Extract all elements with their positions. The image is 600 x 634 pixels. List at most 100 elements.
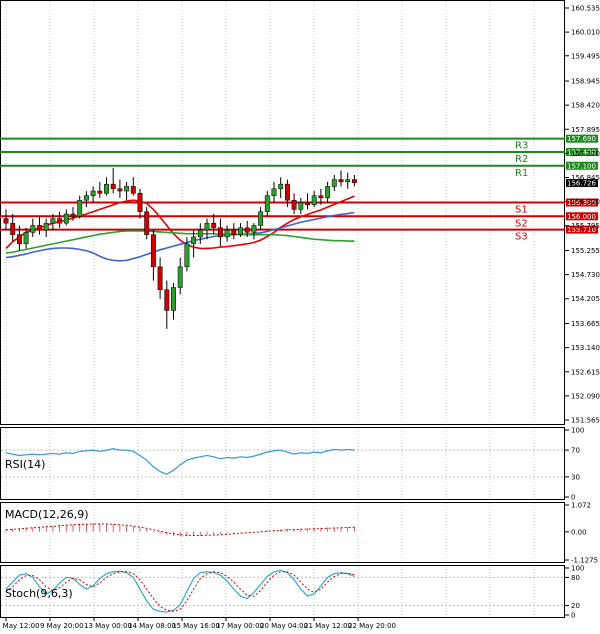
- support-label-S1: S1: [515, 205, 528, 216]
- candle-body: [258, 211, 264, 226]
- candle-body: [23, 232, 29, 245]
- price-axis-label: 154.730: [571, 271, 600, 279]
- candle-body: [238, 227, 243, 235]
- macd-axis-label: 1.072: [571, 502, 591, 510]
- resistance-label-R2: R2: [515, 154, 528, 165]
- price-axis-label: 158.420: [571, 102, 600, 110]
- candle-body: [164, 289, 170, 311]
- time-axis-label: 22 May 20:00: [348, 622, 396, 630]
- price-axis-label: 156.320: [571, 198, 600, 206]
- resistance-label-R3: R3: [515, 141, 528, 152]
- price-axis-label: 159.495: [571, 52, 600, 60]
- forex-chart: R1157.100R2157.400R3157.690S1156.300S215…: [0, 0, 600, 630]
- time-axis-label: 13 May 00:00: [84, 622, 132, 630]
- support-label-S2: S2: [515, 218, 528, 229]
- price-axis-label: 153.140: [571, 344, 600, 352]
- candle-body: [37, 225, 42, 231]
- resistance-badge-value-R3: 157.690: [567, 135, 596, 143]
- support-label-S3: S3: [515, 232, 528, 243]
- candle-body: [83, 195, 89, 201]
- rsi-axis-label: 0: [571, 494, 575, 502]
- candle-body: [104, 183, 109, 194]
- price-axis-label: 160.535: [571, 5, 600, 13]
- price-axis-label: 157.895: [571, 126, 600, 134]
- y-axis-layer: 160.535 160.010 159.495 158.945 158.420 157.8…: [565, 5, 600, 620]
- candle-body: [345, 179, 351, 183]
- candle-body: [271, 188, 277, 196]
- time-axis-label: 15 May 16:00: [172, 622, 220, 630]
- candle-body: [30, 225, 36, 233]
- stoch-axis-label: 0: [571, 612, 575, 620]
- candle-body: [171, 287, 176, 311]
- candle-body: [351, 179, 357, 184]
- stoch-axis-label: 80: [571, 574, 580, 582]
- price-axis-label: 154.205: [571, 295, 600, 303]
- stoch-axis-label: 20: [571, 602, 580, 610]
- stoch-label: Stoch(9,6,3): [5, 587, 73, 600]
- candle-body: [291, 199, 297, 210]
- candle-body: [224, 229, 230, 238]
- candle-body: [284, 183, 290, 201]
- candle-body: [231, 229, 237, 235]
- candle-body: [150, 234, 156, 268]
- time-axis-label: 21 May 12:00: [304, 622, 352, 630]
- rsi-axis-label: 70: [571, 447, 580, 455]
- candle-body: [97, 190, 103, 194]
- candle-body: [77, 199, 83, 217]
- candle-body: [90, 190, 96, 196]
- candle-body: [251, 225, 257, 233]
- price-axis-label: 151.565: [571, 417, 600, 425]
- price-axis-label: 152.615: [571, 368, 600, 376]
- price-axis-label: 153.665: [571, 320, 600, 328]
- time-axis-label: 8 May 12:00: [0, 622, 40, 630]
- price-axis-label: 156.845: [571, 174, 600, 182]
- price-axis-label: 155.795: [571, 222, 600, 230]
- macd-label: MACD(12,26,9): [5, 508, 89, 521]
- candle-body: [211, 222, 217, 229]
- candle-body: [57, 218, 63, 224]
- resistance-badge-value-R1: 157.100: [567, 162, 596, 170]
- candle-body: [124, 186, 130, 192]
- candle-body: [110, 183, 116, 189]
- resistance-label-R1: R1: [515, 168, 528, 179]
- price-axis-label: 157.370: [571, 150, 600, 158]
- stoch-axis-label: 100: [571, 565, 584, 573]
- support-badge-value-S2: 156.000: [567, 213, 596, 221]
- candle-body: [204, 222, 210, 231]
- macd-axis-label: 0.00: [571, 528, 587, 536]
- time-axis-label: 14 May 08:00: [128, 622, 176, 630]
- candle-body: [197, 229, 203, 238]
- price-axis-label: 160.010: [571, 29, 600, 37]
- candle-body: [117, 188, 123, 192]
- candle-body: [298, 202, 304, 210]
- price-axis-label: 155.255: [571, 247, 600, 255]
- candle-body: [63, 213, 69, 224]
- x-axis-layer: 8 May 12:00 9 May 20:00 13 May 00:0014 May…: [0, 617, 396, 630]
- candle-body: [70, 213, 76, 217]
- candle-body: [244, 227, 250, 233]
- candle-body: [318, 195, 324, 199]
- candle-body: [184, 243, 190, 268]
- candle-body: [278, 183, 284, 189]
- candle-body: [43, 222, 49, 231]
- candle-body: [50, 218, 56, 224]
- candle-body: [325, 186, 331, 199]
- candle-body: [191, 236, 197, 245]
- stoch-panel-frame: [0, 565, 565, 618]
- candle-body: [157, 266, 163, 291]
- rsi-axis-label: 30: [571, 473, 580, 481]
- time-axis-label: 9 May 20:00: [40, 622, 84, 630]
- candle-body: [137, 193, 143, 212]
- price-axis-label: 152.090: [571, 392, 600, 400]
- rsi-panel-frame: [0, 427, 565, 500]
- candle-body: [338, 179, 344, 183]
- candle-body: [217, 227, 223, 238]
- candle-body: [177, 266, 183, 288]
- candle-body: [311, 195, 317, 206]
- macd-axis-label: -1.1275: [571, 557, 598, 565]
- candle-body: [130, 186, 136, 194]
- price-axis-label: 158.945: [571, 78, 600, 86]
- candle-body: [16, 234, 22, 245]
- candle-body: [264, 195, 270, 212]
- candle-body: [10, 222, 16, 235]
